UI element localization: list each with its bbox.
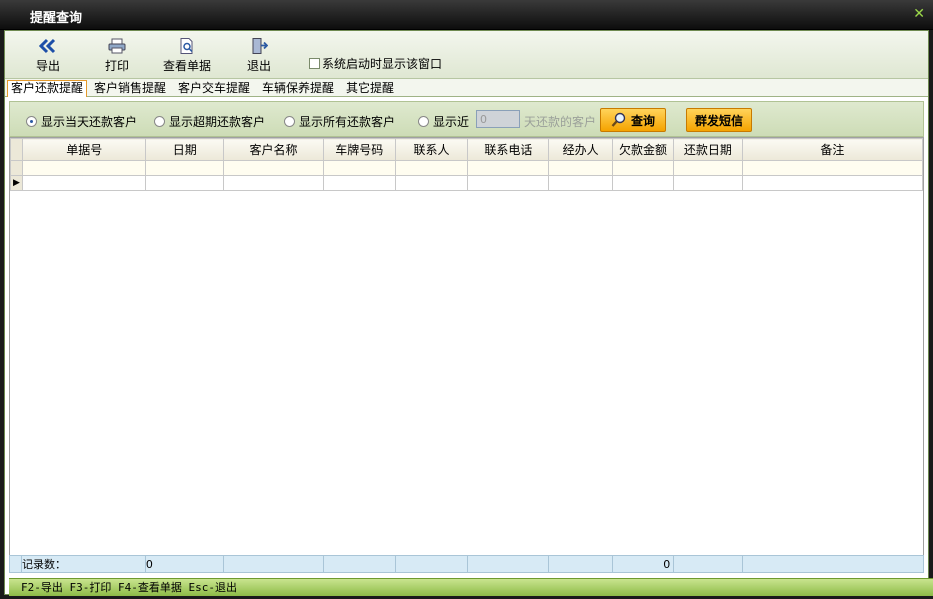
column-header-contact[interactable]: 联系人 [394, 138, 469, 161]
exit-door-icon [252, 38, 268, 54]
summary-footer: 记录数： 0 0 [9, 555, 924, 573]
tab-other-reminder[interactable]: 其它提醒 [343, 81, 397, 97]
column-header-amount-due[interactable]: 欠款金额 [612, 138, 674, 161]
cell[interactable] [223, 175, 324, 191]
close-icon[interactable]: ✕ [913, 6, 925, 22]
radio-recent[interactable]: 显示近 [418, 113, 469, 130]
cell[interactable] [741, 175, 924, 191]
table-row-new[interactable]: ▶ [10, 175, 924, 191]
radio-recent-label: 显示近 [433, 115, 470, 129]
printer-icon [108, 38, 126, 54]
title-bar: 提醒查询 ✕ [0, 0, 933, 30]
column-header-doc-no[interactable]: 单据号 [21, 138, 147, 161]
send-sms-button[interactable]: 群发短信 [686, 108, 752, 132]
radio-dot[interactable] [284, 116, 295, 127]
summary-cell [548, 555, 614, 573]
window-title: 提醒查询 [30, 11, 83, 26]
column-header-remark[interactable]: 备注 [741, 138, 924, 161]
cell[interactable] [741, 160, 924, 176]
summary-cell [742, 555, 924, 573]
summary-spacer [9, 555, 22, 573]
data-grid[interactable]: 单据号 日期 客户名称 车牌号码 联系人 联系电话 经办人 欠款金额 还款日期 … [9, 137, 924, 569]
radio-dot[interactable] [418, 116, 429, 127]
cell[interactable] [21, 160, 147, 176]
cell[interactable] [223, 160, 324, 176]
print-label: 打印 [104, 59, 129, 73]
exit-button[interactable]: 退出 [244, 37, 274, 74]
days-input[interactable] [476, 110, 520, 128]
send-sms-label: 群发短信 [694, 113, 743, 128]
query-label: 查询 [630, 113, 655, 128]
column-header-customer[interactable]: 客户名称 [223, 138, 324, 161]
tab-bar: 客户还款提醒 客户销售提醒 客户交车提醒 车辆保养提醒 其它提醒 [5, 79, 928, 97]
table-row[interactable] [10, 160, 924, 176]
radio-today[interactable]: 显示当天还款客户 [26, 113, 137, 130]
cell[interactable] [145, 175, 225, 191]
toolbar: 导出 打印 查看单据 退出 系统启动时显示该窗口 [5, 31, 928, 79]
cell[interactable] [612, 160, 674, 176]
days-suffix-label: 天还款的客户 [524, 115, 597, 129]
query-button[interactable]: 查询 [600, 108, 666, 132]
radio-dot[interactable] [154, 116, 165, 127]
view-document-button[interactable]: 查看单据 [161, 37, 213, 74]
cell[interactable] [467, 160, 550, 176]
print-button[interactable]: 打印 [102, 37, 132, 74]
cell[interactable] [145, 160, 225, 176]
amount-total-value: 0 [612, 555, 675, 573]
cell[interactable] [548, 175, 614, 191]
radio-dot-selected[interactable] [26, 116, 37, 127]
row-indicator-header [10, 138, 23, 161]
status-bar: F2-导出 F3-打印 F4-查看单据 Esc-退出 [9, 578, 933, 596]
startup-checkbox-label: 系统启动时显示该窗口 [322, 57, 443, 71]
cell[interactable] [394, 160, 469, 176]
radio-today-label: 显示当天还款客户 [41, 115, 138, 129]
cell[interactable] [322, 160, 396, 176]
tab-maintenance-reminder[interactable]: 车辆保养提醒 [259, 81, 337, 97]
column-header-plate[interactable]: 车牌号码 [322, 138, 396, 161]
double-chevron-left-icon [39, 38, 56, 54]
summary-cell [222, 555, 324, 573]
export-button[interactable]: 导出 [33, 37, 63, 74]
cell[interactable] [21, 175, 147, 191]
export-label: 导出 [35, 59, 60, 73]
radio-all-label: 显示所有还款客户 [299, 115, 396, 129]
column-header-date[interactable]: 日期 [145, 138, 225, 161]
row-indicator [10, 160, 23, 176]
cell[interactable] [467, 175, 550, 191]
tab-delivery-reminder[interactable]: 客户交车提醒 [175, 81, 253, 97]
startup-checkbox[interactable]: 系统启动时显示该窗口 [309, 55, 442, 72]
checkbox-box[interactable] [309, 58, 320, 69]
column-header-repay-date[interactable]: 还款日期 [672, 138, 743, 161]
radio-all[interactable]: 显示所有还款客户 [284, 113, 395, 130]
header-row: 单据号 日期 客户名称 车牌号码 联系人 联系电话 经办人 欠款金额 还款日期 … [10, 138, 924, 161]
record-count-label: 记录数： [20, 555, 146, 573]
document-search-icon [180, 38, 193, 54]
summary-row: 记录数： 0 0 [9, 555, 924, 573]
view-document-label: 查看单据 [162, 59, 211, 73]
grid-table: 单据号 日期 客户名称 车牌号码 联系人 联系电话 经办人 欠款金额 还款日期 … [10, 138, 924, 191]
summary-cell [322, 555, 396, 573]
filter-panel: 显示当天还款客户 显示超期还款客户 显示所有还款客户 显示近 天还款的客户 查询… [9, 101, 924, 137]
summary-table: 记录数： 0 0 [9, 555, 924, 573]
cell[interactable] [394, 175, 469, 191]
main-window: 导出 打印 查看单据 退出 系统启动时显示该窗口 客户还款提醒 客户销售提醒 客… [4, 30, 933, 596]
column-header-handler[interactable]: 经办人 [548, 138, 614, 161]
tab-repayment-reminder[interactable]: 客户还款提醒 [7, 80, 88, 97]
radio-overdue-label: 显示超期还款客户 [169, 115, 266, 129]
cell[interactable] [612, 175, 674, 191]
cell[interactable] [672, 160, 743, 176]
summary-cell [673, 555, 744, 573]
summary-cell [467, 555, 550, 573]
cell[interactable] [672, 175, 743, 191]
exit-label: 退出 [246, 59, 271, 73]
tab-sales-reminder[interactable]: 客户销售提醒 [91, 81, 169, 97]
cell[interactable] [548, 160, 614, 176]
current-row-arrow-icon: ▶ [10, 175, 23, 191]
radio-overdue[interactable]: 显示超期还款客户 [154, 113, 265, 130]
cell[interactable] [322, 175, 396, 191]
record-count-value: 0 [144, 555, 224, 573]
magnifier-icon [611, 112, 626, 127]
column-header-phone[interactable]: 联系电话 [467, 138, 550, 161]
summary-cell [394, 555, 469, 573]
